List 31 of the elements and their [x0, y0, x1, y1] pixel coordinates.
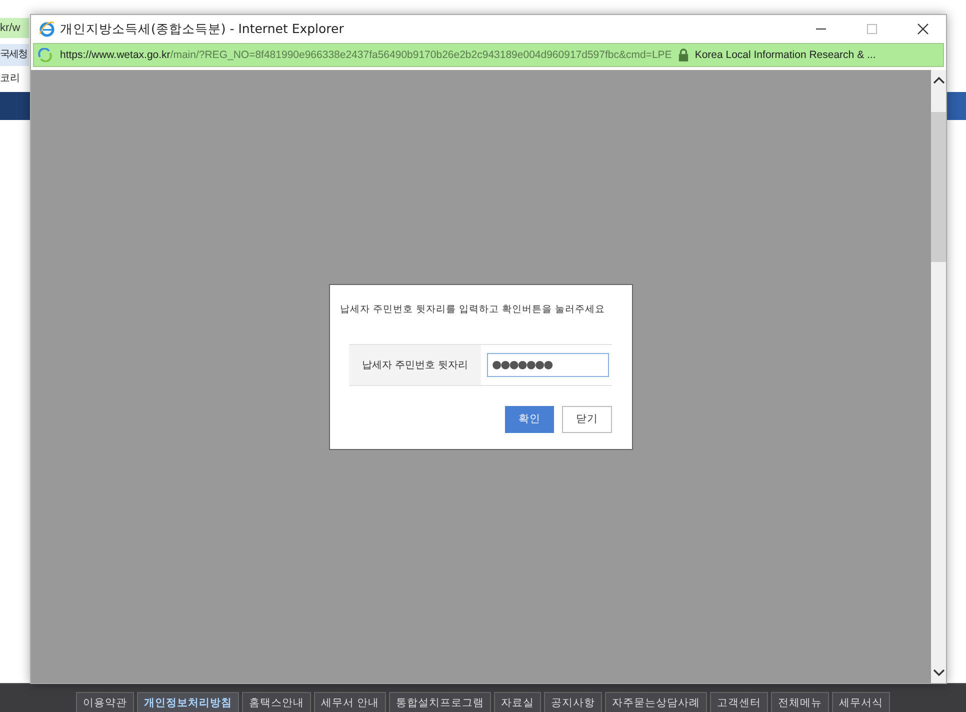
scroll-down-icon[interactable] [932, 669, 944, 677]
page-text: 코리 [0, 72, 21, 86]
window-title: 개인지방소득세(종합소득분) - Internet Explorer [60, 20, 344, 38]
footer-link[interactable]: 개인정보처리방침 [136, 692, 239, 712]
footer-link[interactable]: 자료실 [494, 692, 542, 712]
footer-link[interactable]: 세무서 안내 [314, 692, 386, 712]
address-bar[interactable]: https://www.wetax.go.kr/main/?REG_NO=8f481990e966338e2437fa56490b9170b26e2b2c943189e004d960917d597fbc&cmd=LPE Korea Local Information Research & ... [33, 43, 944, 67]
close-icon[interactable] [917, 23, 929, 35]
loading-icon [38, 48, 52, 62]
password-field[interactable]: ●●●●●●● [487, 352, 609, 376]
confirm-button[interactable]: 확인 [505, 406, 554, 432]
field-label: 납세자 주민번호 뒷자리 [349, 344, 481, 384]
footer-link[interactable]: 통합설치프로그램 [389, 692, 492, 712]
footer-link[interactable]: 고객센터 [710, 692, 768, 712]
scroll-up-icon[interactable] [932, 76, 944, 84]
nav-tab[interactable]: 국세청 [0, 44, 29, 66]
certificate-label: Korea Local Information Research & ... [694, 49, 876, 61]
dialog-message: 납세자 주민번호 뒷자리를 입력하고 확인버튼을 눌러주세요 [339, 302, 606, 316]
footer-link[interactable]: 홈택스안내 [242, 692, 311, 712]
scrollbar-thumb[interactable] [931, 112, 946, 262]
scrollbar[interactable] [931, 70, 946, 683]
footer-link[interactable]: 자주묻는상담사례 [605, 692, 708, 712]
url-text: https://www.wetax.go.kr/main/?REG_NO=8f481990e966338e2437fa56490b9170b26e2b2c943189e004d960917d597fbc&cmd=LPE [60, 49, 672, 61]
lock-icon [678, 48, 689, 62]
footer-link[interactable]: 공지사항 [544, 692, 602, 712]
browser-logo-icon [39, 21, 55, 37]
footer-link[interactable]: 이용약관 [76, 692, 134, 712]
address-bar[interactable]: kr/w [0, 18, 29, 38]
footer-link[interactable]: 전체메뉴 [771, 692, 830, 712]
footer-link[interactable]: 세무서식 [832, 692, 890, 712]
close-button[interactable]: 닫기 [562, 406, 612, 432]
